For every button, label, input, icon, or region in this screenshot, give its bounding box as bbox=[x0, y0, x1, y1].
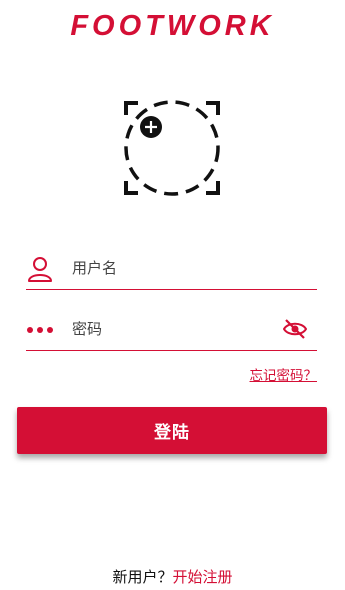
password-field[interactable] bbox=[26, 310, 317, 351]
new-user-label: 新用户？ bbox=[112, 568, 173, 586]
camera-focus-add-icon bbox=[124, 100, 220, 196]
register-prompt: 新用户？开始注册 bbox=[0, 566, 345, 587]
register-link[interactable]: 开始注册 bbox=[173, 568, 233, 586]
username-field[interactable] bbox=[26, 249, 317, 290]
username-input[interactable] bbox=[72, 254, 272, 282]
eye-off-icon[interactable] bbox=[282, 319, 308, 339]
password-input[interactable] bbox=[72, 315, 272, 343]
login-button[interactable]: 登陆 bbox=[17, 407, 327, 454]
dots-icon bbox=[26, 316, 54, 344]
app-logo: FOOTWORK bbox=[70, 10, 275, 42]
avatar-picker[interactable] bbox=[121, 98, 223, 198]
user-icon bbox=[26, 255, 54, 283]
forgot-password-link[interactable]: 忘记密码？ bbox=[250, 364, 318, 384]
